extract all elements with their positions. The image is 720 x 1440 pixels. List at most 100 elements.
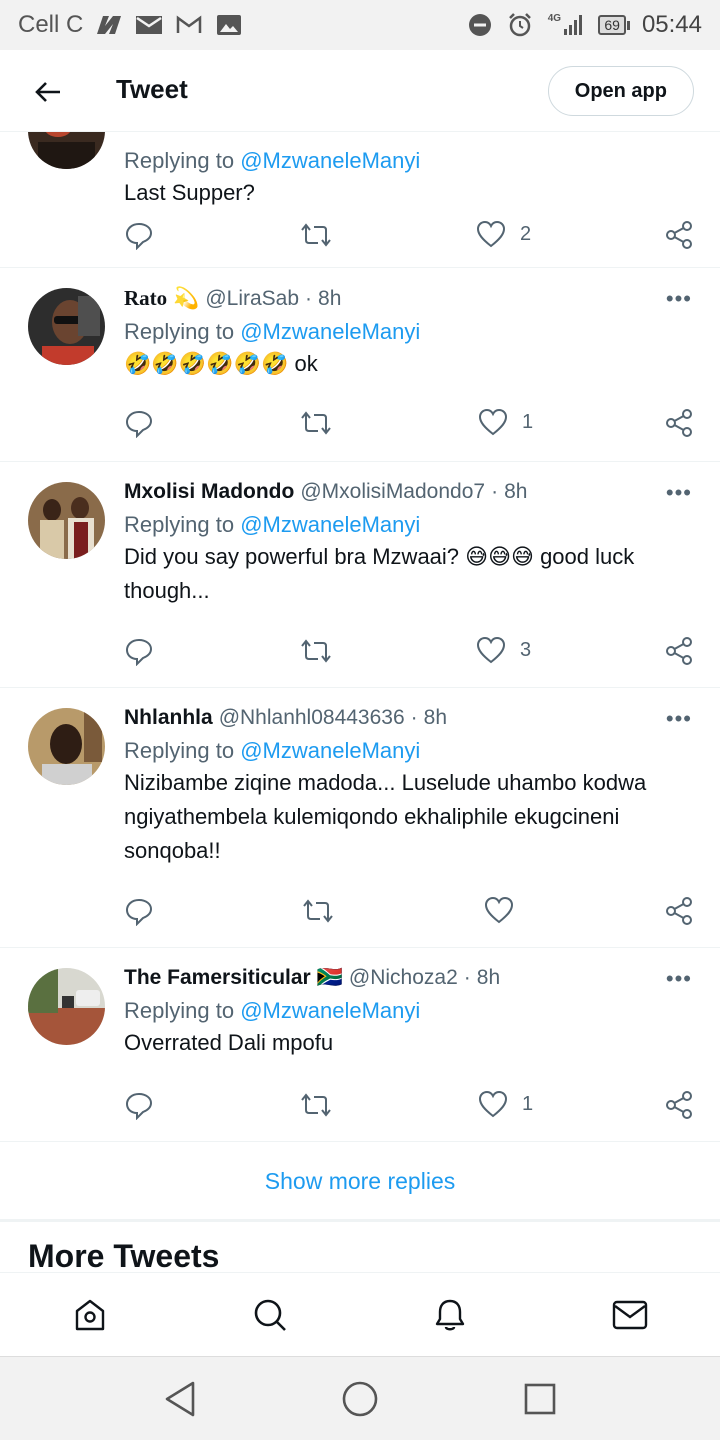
timestamp[interactable]: 8h: [504, 480, 527, 504]
timestamp[interactable]: 8h: [424, 706, 447, 730]
circle-home-icon: [342, 1381, 378, 1417]
like-button[interactable]: 1: [478, 408, 533, 436]
nav-messages[interactable]: [610, 1295, 650, 1335]
share-button[interactable]: [664, 896, 694, 926]
author-name[interactable]: The Famersiticular: [124, 966, 311, 990]
retweet-button[interactable]: [300, 220, 332, 250]
mention-link[interactable]: @MzwaneleManyi: [240, 998, 420, 1023]
arrow-left-icon: [35, 82, 60, 102]
reply-actions: 1: [124, 408, 694, 438]
show-more-replies-button[interactable]: Show more replies: [0, 1144, 720, 1220]
square-recents-icon: [524, 1383, 556, 1415]
replying-to: Replying to @MzwaneleManyi: [124, 512, 421, 537]
retweet-button[interactable]: [300, 408, 332, 438]
system-home-button[interactable]: [340, 1379, 380, 1419]
more-options-button[interactable]: •••: [666, 480, 692, 506]
retweet-button[interactable]: [300, 636, 332, 666]
share-button[interactable]: [664, 220, 694, 250]
reply-button[interactable]: [124, 408, 154, 438]
section-divider: [0, 1220, 720, 1222]
more-options-button[interactable]: •••: [666, 706, 692, 732]
nav-notifications[interactable]: [430, 1295, 470, 1335]
reply-item[interactable]: Replying to @MzwaneleManyi Last Supper? …: [0, 132, 720, 268]
back-button[interactable]: [30, 74, 66, 110]
avatar[interactable]: [28, 132, 105, 169]
replying-to: Replying to @MzwaneleManyi: [124, 998, 421, 1023]
open-app-button[interactable]: Open app: [547, 66, 694, 116]
mention-link[interactable]: @MzwaneleManyi: [240, 738, 420, 763]
heart-icon: [484, 896, 514, 924]
system-recents-button[interactable]: [520, 1379, 560, 1419]
reply-icon: [125, 410, 153, 438]
system-navigation-bar: [0, 1356, 720, 1440]
like-button[interactable]: 1: [478, 1090, 533, 1118]
gmail-notification-icon: [175, 13, 203, 37]
author-handle[interactable]: @Nhlanhl08443636: [219, 706, 405, 730]
reply-item[interactable]: Rato 💫 @LiraSab · 8h Replying to @Mzwane…: [0, 268, 720, 462]
reply-button[interactable]: [124, 1090, 154, 1120]
alarm-icon: [506, 13, 534, 37]
reply-header: Nhlanhla @Nhlanhl08443636 · 8h: [124, 706, 448, 730]
triangle-back-icon: [165, 1381, 195, 1417]
app-header: Tweet Open app: [0, 50, 720, 132]
system-back-button[interactable]: [160, 1379, 200, 1419]
like-count: 1: [522, 410, 534, 433]
author-handle[interactable]: @MxolisiMadondo7: [300, 480, 485, 504]
nav-home[interactable]: [70, 1295, 110, 1335]
author-name[interactable]: Nhlanhla: [124, 706, 213, 730]
retweet-icon: [301, 1093, 331, 1117]
signal-icon: 4G: [546, 13, 586, 37]
reply-header: The Famersiticular 🇿🇦 @Nichoza2 · 8h: [124, 966, 501, 990]
like-button[interactable]: [484, 896, 528, 924]
share-icon: [666, 637, 692, 665]
share-icon: [666, 221, 692, 249]
reply-actions: [124, 896, 694, 926]
share-icon: [666, 1091, 692, 1119]
reply-text: Last Supper?: [124, 180, 255, 205]
like-button[interactable]: 2: [476, 220, 531, 248]
timestamp[interactable]: 8h: [318, 287, 341, 311]
more-options-button[interactable]: •••: [666, 286, 692, 312]
reply-actions: 3: [124, 636, 694, 666]
author-name[interactable]: Rato: [124, 286, 167, 311]
share-icon: [666, 897, 692, 925]
retweet-button[interactable]: [302, 896, 334, 926]
share-button[interactable]: [664, 1090, 694, 1120]
mention-link[interactable]: @MzwaneleManyi: [240, 148, 420, 173]
reply-text: 🤣🤣🤣🤣🤣🤣 ok: [124, 351, 318, 376]
avatar[interactable]: [28, 968, 105, 1045]
mention-link[interactable]: @MzwaneleManyi: [240, 512, 420, 537]
reply-header: Mxolisi Madondo @MxolisiMadondo7 · 8h: [124, 480, 528, 504]
heart-icon: [478, 1090, 508, 1118]
nav-search[interactable]: [250, 1295, 290, 1335]
reply-text: Did you say powerful bra Mzwaai? 😅😅😅 goo…: [124, 544, 635, 603]
reply-button[interactable]: [124, 896, 154, 926]
reply-item[interactable]: The Famersiticular 🇿🇦 @Nichoza2 · 8h Rep…: [0, 948, 720, 1142]
reply-item[interactable]: Mxolisi Madondo @MxolisiMadondo7 · 8h Re…: [0, 462, 720, 688]
reply-item[interactable]: Nhlanhla @Nhlanhl08443636 · 8h Replying …: [0, 688, 720, 948]
retweet-icon: [301, 223, 331, 247]
like-button[interactable]: 3: [476, 636, 531, 664]
mail-icon: [612, 1300, 648, 1330]
retweet-icon: [301, 411, 331, 435]
share-button[interactable]: [664, 408, 694, 438]
author-name[interactable]: Mxolisi Madondo: [124, 480, 294, 504]
reply-button[interactable]: [124, 220, 154, 250]
avatar[interactable]: [28, 288, 105, 365]
heart-icon: [476, 636, 506, 664]
reply-icon: [125, 222, 153, 250]
author-handle[interactable]: @LiraSab: [205, 287, 299, 311]
share-button[interactable]: [664, 636, 694, 666]
reply-text: Overrated Dali mpofu: [124, 1030, 334, 1055]
timestamp[interactable]: 8h: [477, 966, 500, 990]
author-handle[interactable]: @Nichoza2: [349, 966, 458, 990]
more-options-button[interactable]: •••: [666, 966, 692, 992]
reply-button[interactable]: [124, 636, 154, 666]
battery-level: 69: [598, 15, 626, 35]
avatar[interactable]: [28, 708, 105, 785]
avatar[interactable]: [28, 482, 105, 559]
replying-to: Replying to @MzwaneleManyi: [124, 148, 421, 173]
retweet-button[interactable]: [300, 1090, 332, 1120]
home-icon: [75, 1299, 105, 1331]
mention-link[interactable]: @MzwaneleManyi: [240, 319, 420, 344]
